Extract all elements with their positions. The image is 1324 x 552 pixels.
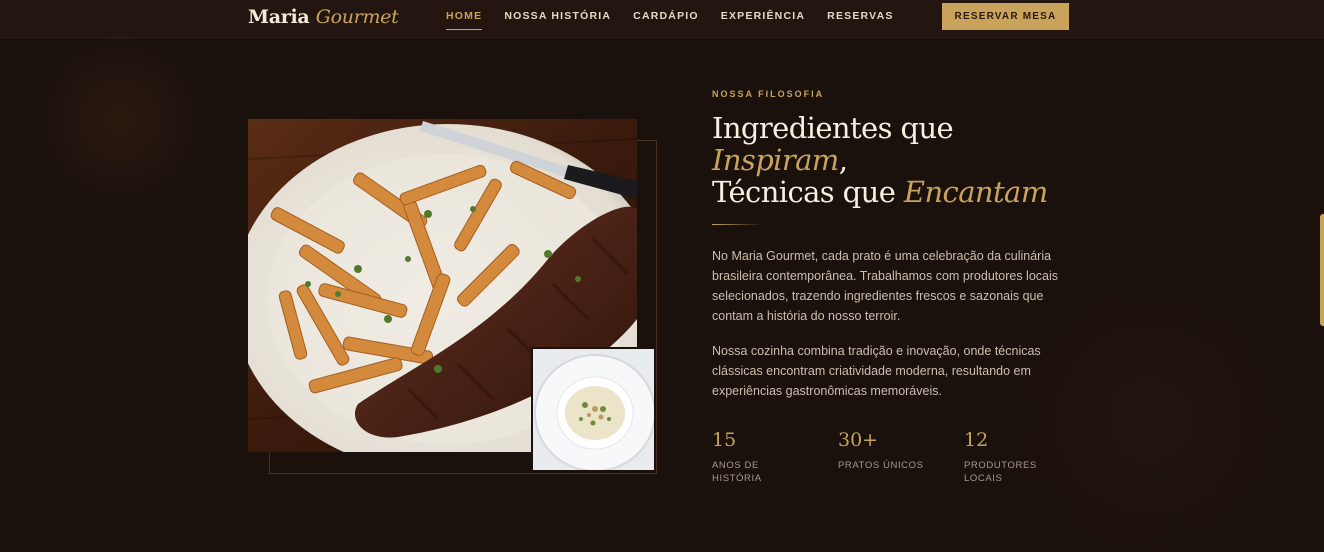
stat-producers: 12 PRODUTORES LOCAIS bbox=[964, 428, 1090, 485]
stat-years: 15 ANOS DE HISTÓRIA bbox=[712, 428, 838, 485]
nav-link-cardapio[interactable]: CARDÁPIO bbox=[633, 10, 699, 30]
background-glow bbox=[0, 0, 1324, 552]
gold-divider bbox=[712, 224, 762, 225]
brand-name: Maria bbox=[248, 6, 310, 28]
stat-label: PRATOS ÚNICOS bbox=[838, 460, 924, 471]
stat-value: 30+ bbox=[838, 429, 879, 451]
side-scroll-tab[interactable] bbox=[1320, 214, 1324, 326]
headline-em-encantam: Encantam bbox=[903, 175, 1048, 209]
section-eyebrow: NOSSA FILOSOFIA bbox=[712, 89, 825, 99]
paragraph-kitchen: Nossa cozinha combina tradição e inovaçã… bbox=[712, 344, 1041, 398]
risotto-photo bbox=[531, 347, 656, 472]
headline-em-inspiram: Inspiram bbox=[712, 143, 839, 177]
headline-line1: Ingredientes que bbox=[712, 111, 954, 145]
headline-comma: , bbox=[838, 143, 848, 177]
stat-label: ANOS DE HISTÓRIA bbox=[712, 460, 762, 484]
nav-link-home[interactable]: HOME bbox=[446, 10, 483, 30]
stats-row: 15 ANOS DE HISTÓRIA 30+ PRATOS ÚNICOS 12… bbox=[712, 428, 1090, 485]
reserve-table-button[interactable]: RESERVAR MESA bbox=[942, 3, 1069, 30]
section-headline: Ingredientes que Inspiram, Técnicas que … bbox=[712, 112, 1132, 208]
stat-value: 12 bbox=[964, 429, 989, 451]
headline-line3: Técnicas que bbox=[712, 175, 904, 209]
nav-link-reservas[interactable]: RESERVAS bbox=[827, 10, 893, 30]
stat-label: PRODUTORES LOCAIS bbox=[964, 460, 1037, 484]
brand-logo[interactable]: Maria Gourmet bbox=[248, 6, 399, 28]
nav-link-nossa-historia[interactable]: NOSSA HISTÓRIA bbox=[504, 10, 611, 30]
stat-dishes: 30+ PRATOS ÚNICOS bbox=[838, 428, 964, 485]
brand-accent: Gourmet bbox=[315, 6, 399, 28]
top-navigation: Maria Gourmet HOME NOSSA HISTÓRIA CARDÁP… bbox=[0, 0, 1324, 38]
nav-links: HOME NOSSA HISTÓRIA CARDÁPIO EXPERIÊNCIA… bbox=[446, 10, 916, 30]
stat-value: 15 bbox=[712, 429, 737, 451]
nav-link-experiencia[interactable]: EXPERIÊNCIA bbox=[721, 10, 805, 30]
paragraph-intro: No Maria Gourmet, cada prato é uma celeb… bbox=[712, 249, 1059, 323]
